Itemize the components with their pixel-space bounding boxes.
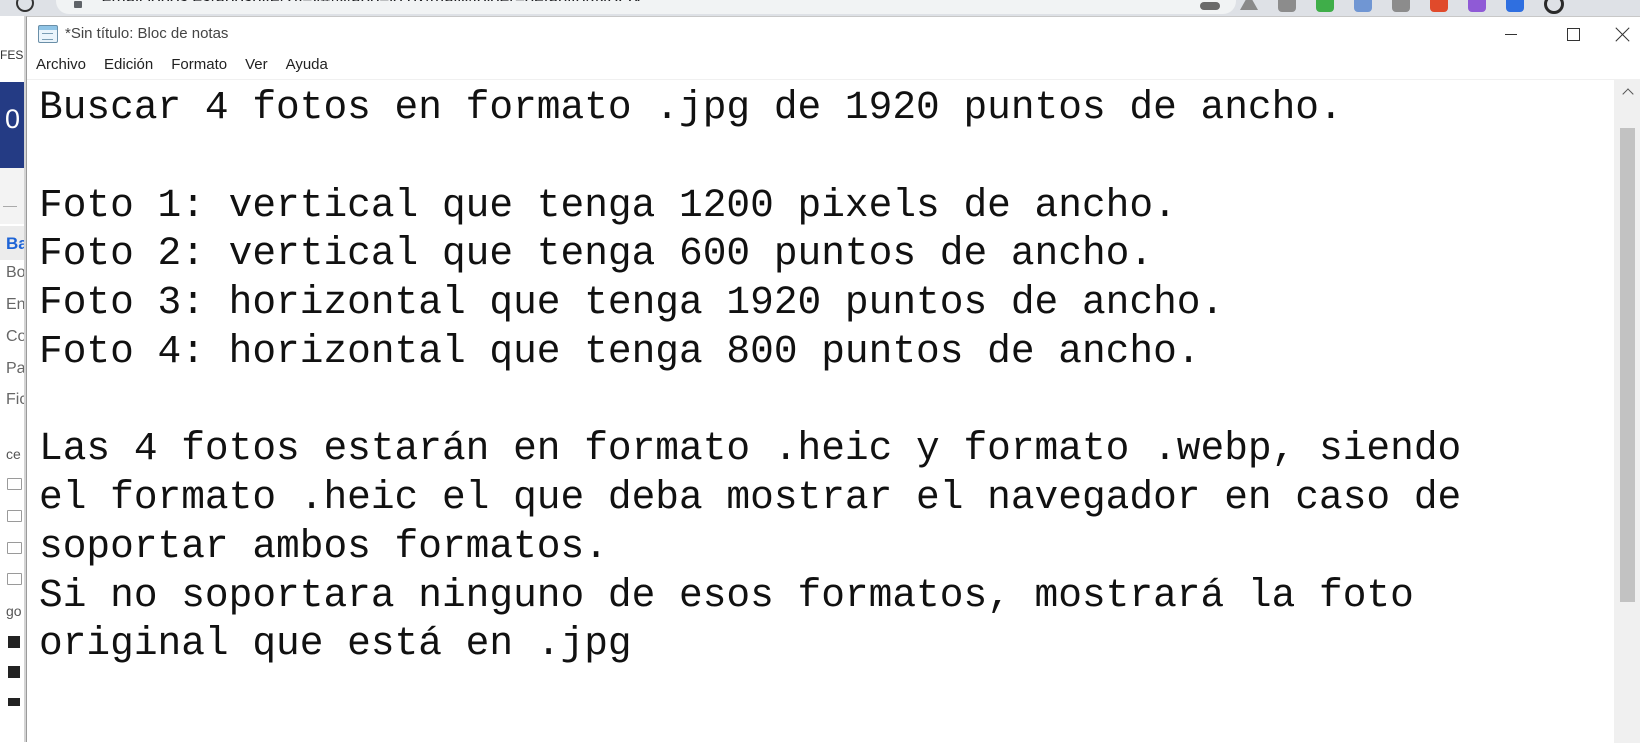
close-icon [1615,27,1630,42]
scroll-up-arrow-icon[interactable] [1614,80,1640,102]
extension-robot-icon[interactable] [1392,0,1410,12]
text-line: soportar ambos formatos. [39,523,608,569]
close-button[interactable] [1604,17,1640,51]
text-line: Las 4 fotos estarán en formato .heic y f… [39,426,1462,472]
text-line: Foto 1: vertical que tenga 1200 pixels d… [39,182,1177,228]
sidebar-item-label: Ba [6,234,26,253]
lock-icon [74,1,82,8]
window-title: *Sin título: Bloc de notas [65,25,229,42]
sidebar-item[interactable]: Bo [6,264,26,282]
sidebar-item[interactable]: Pa [6,360,26,378]
folder-icon[interactable] [7,478,22,490]
extension-ring-icon[interactable] [1544,0,1564,14]
maximize-icon [1566,27,1580,41]
folder-icon[interactable] [7,542,22,554]
folder-icon[interactable] [7,510,22,522]
text-line: Foto 4: horizontal que tenga 800 puntos … [39,328,1201,374]
text-line: Foto 3: horizontal que tenga 1920 puntos… [39,280,1225,325]
text-line: Foto 2: vertical que tenga 600 puntos de… [39,231,1154,277]
folder-icon[interactable] [7,573,22,585]
search-strip [0,168,26,224]
extensions-area [1200,0,1564,14]
address-bar[interactable]: email.ionos.es/appsuite/?tl=y#!!&app=io.… [56,0,1236,14]
background-mail-sidebar: FESC 0 Ba Bo En Co Pa Fic ce go [0,16,26,742]
reload-icon[interactable] [16,0,34,12]
editor-content[interactable]: Buscar 4 fotos en formato .jpg de 1920 p… [39,84,1461,669]
logo-banner: 0 [0,82,26,168]
menu-ayuda[interactable]: Ayuda [277,51,337,79]
sidebar-item-active[interactable]: Ba [0,226,26,260]
text-line: el formato .heic el que deba mostrar el … [39,475,1462,520]
file-icon[interactable] [8,666,20,678]
extension-pin-icon[interactable] [1278,0,1296,12]
menu-edicion[interactable]: Edición [95,51,162,79]
browser-toolbar: email.ionos.es/appsuite/?tl=y#!!&app=io.… [0,0,1640,16]
text-editor[interactable]: Buscar 4 fotos en formato .jpg de 1920 p… [27,80,1614,743]
extension-purple-icon[interactable] [1468,0,1486,12]
notepad-window: *Sin título: Bloc de notas Archivo Edici… [26,16,1640,743]
notepad-icon[interactable] [38,25,58,43]
send-icon[interactable] [8,698,20,706]
section-label: ce [6,446,21,462]
title-bar[interactable]: *Sin título: Bloc de notas [27,17,1640,51]
extension-blue-icon[interactable] [1506,0,1524,12]
menu-archivo[interactable]: Archivo [27,51,95,79]
inbox-icon[interactable] [8,636,20,648]
text-line: original que está en .jpg [39,621,632,667]
extension-red-icon[interactable] [1430,0,1448,12]
maximize-button[interactable] [1542,17,1604,51]
text-line: Si no soportara ninguno de esos formatos… [39,572,1414,618]
sidebar-item[interactable]: Co [6,328,26,346]
extension-green-icon[interactable] [1316,0,1334,12]
menu-ver[interactable]: Ver [236,51,277,79]
brand-fragment: FESC [0,48,26,62]
vertical-scrollbar[interactable] [1614,80,1640,743]
minimize-icon [1505,33,1517,35]
menu-bar: Archivo Edición Formato Ver Ayuda [27,51,1640,80]
scroll-thumb[interactable] [1620,128,1635,602]
logo-fragment: 0 [5,104,21,134]
sidebar-item[interactable]: Fic [6,391,26,409]
key-icon[interactable] [1200,2,1220,10]
minimize-button[interactable] [1480,17,1542,51]
menu-formato[interactable]: Formato [162,51,236,79]
extension-globe-icon[interactable] [1354,0,1372,12]
bookmark-star-icon[interactable] [1240,0,1258,10]
address-url[interactable]: email.ionos.es/appsuite/?tl=y#!!&app=io.… [102,0,643,1]
section-label: go [6,603,22,619]
sidebar-item[interactable]: En [6,296,26,314]
text-line: Buscar 4 fotos en formato .jpg de 1920 p… [39,85,1343,130]
